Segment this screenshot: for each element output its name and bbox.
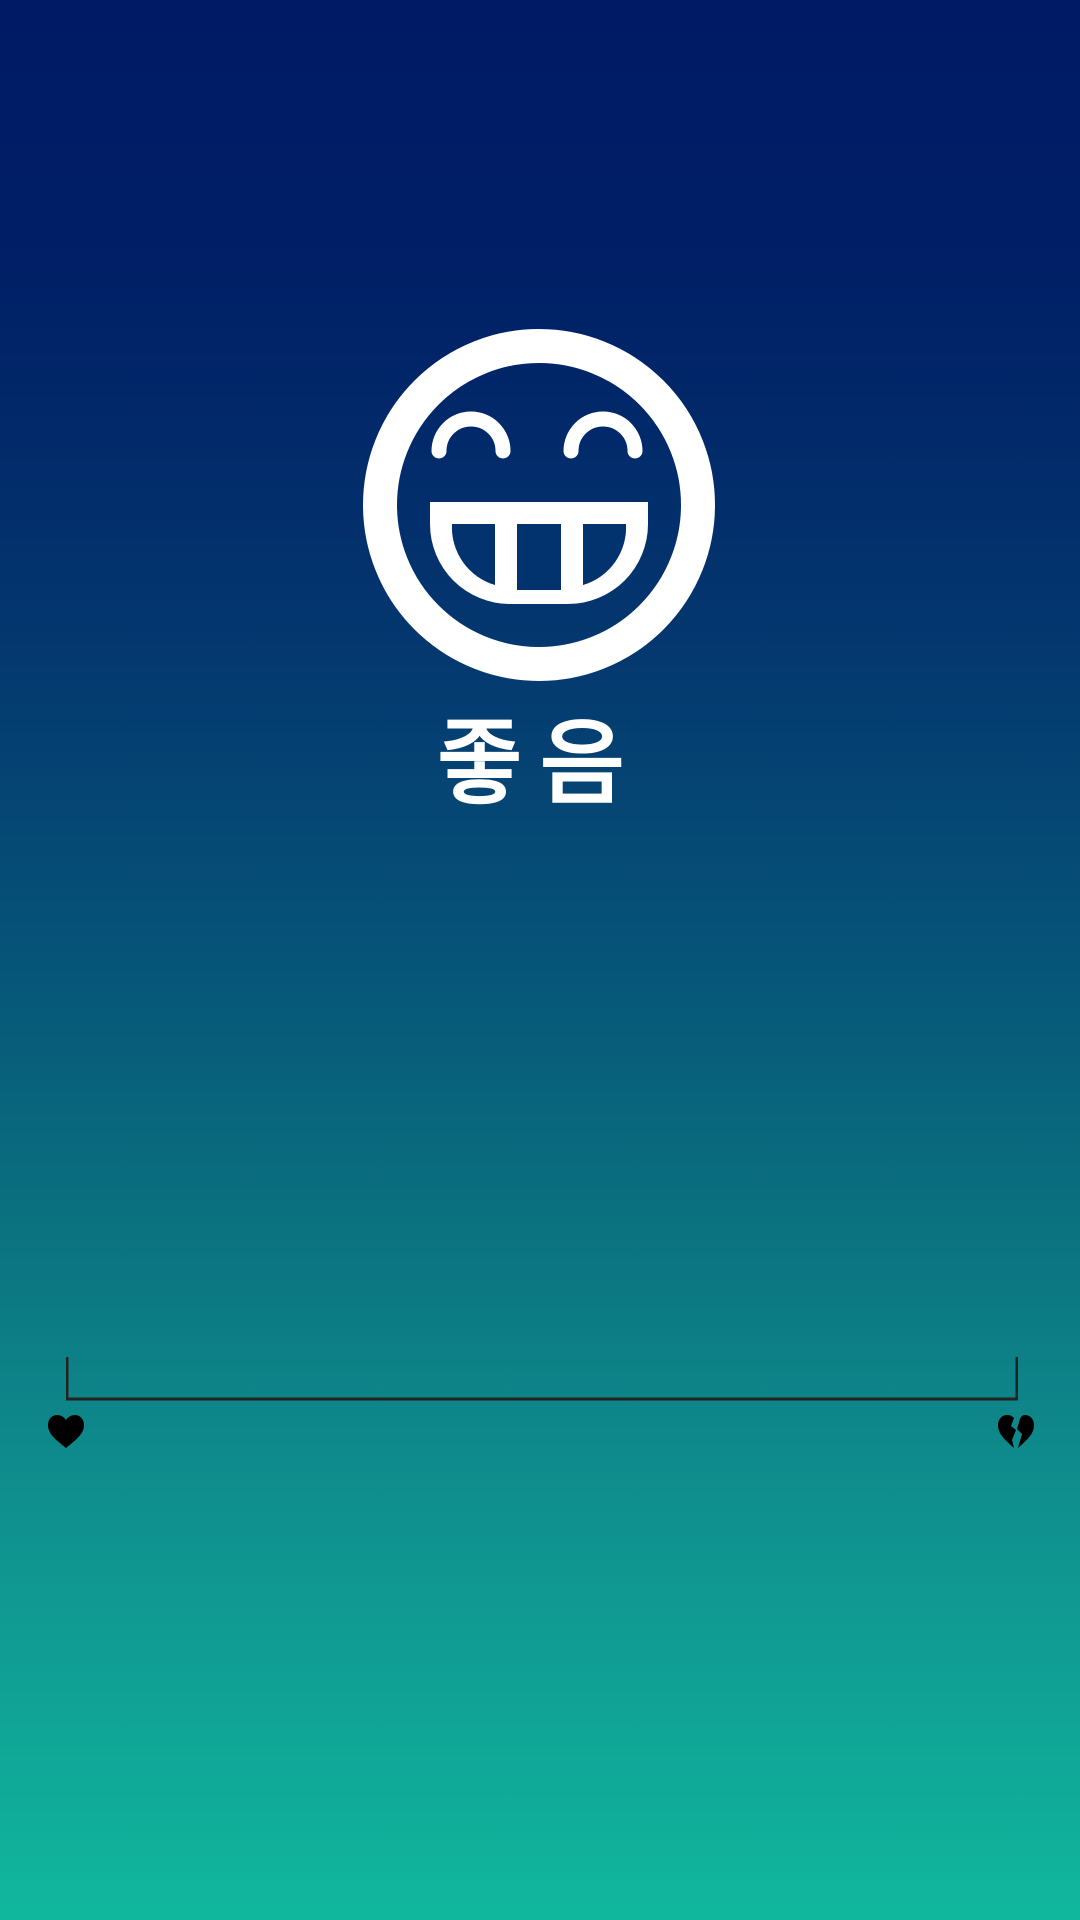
mood-label: 좋음 bbox=[437, 710, 643, 817]
heart-icon bbox=[46, 1414, 86, 1450]
grinning-face-icon bbox=[360, 326, 718, 684]
mood-slider[interactable] bbox=[66, 1357, 1018, 1401]
broken-heart-icon bbox=[996, 1414, 1036, 1450]
mood-screen: 좋음 bbox=[0, 0, 1080, 1920]
